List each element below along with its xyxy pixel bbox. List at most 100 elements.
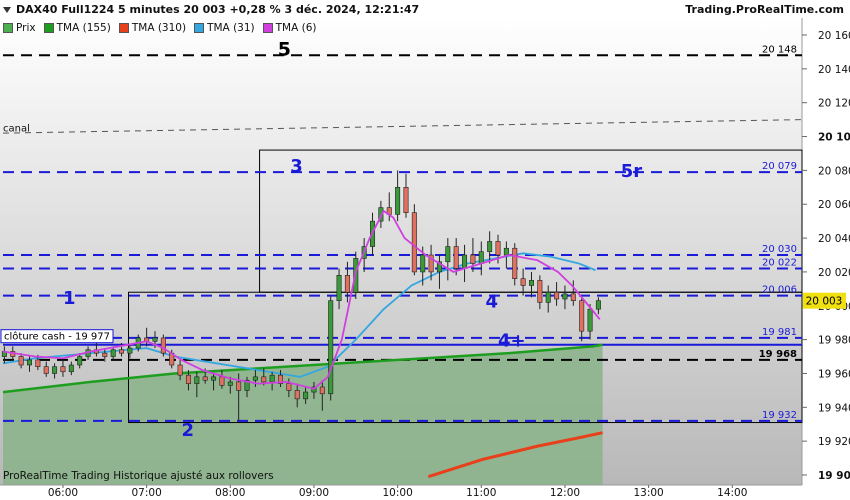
candle-body: [462, 254, 468, 269]
candle-body: [26, 359, 32, 366]
legend-swatch: [194, 23, 205, 33]
candle-body: [420, 254, 426, 273]
x-tick-label: 11:00: [466, 487, 496, 499]
legend-item-tma155[interactable]: TMA (155): [43, 22, 111, 34]
indicator-legend: Prix TMA (155) TMA (310) TMA (31) TMA (6…: [3, 22, 317, 34]
candle-body: [411, 212, 417, 273]
candle-body: [319, 386, 325, 395]
candle-body: [43, 366, 49, 374]
y-tick-label: 20 080: [818, 165, 850, 177]
candle-body: [487, 241, 493, 252]
y-tick-label: 20 160: [818, 30, 850, 42]
legend-label: Prix: [16, 22, 36, 34]
legend-item-tma310[interactable]: TMA (310): [118, 22, 187, 34]
chart-title: DAX40 Full1224 5 minutes 20 003 +0,28 % …: [3, 3, 419, 16]
candle-body: [512, 247, 518, 279]
level-label: 19 968: [759, 349, 797, 360]
wave-label-4plus: 4+: [498, 330, 526, 351]
x-tick-label: 12:00: [550, 487, 580, 499]
legend-swatch: [118, 23, 129, 33]
candle-body: [60, 366, 66, 373]
candle-body: [52, 366, 58, 374]
x-tick-label: 14:00: [717, 487, 747, 499]
candle-body: [579, 300, 585, 332]
x-tick-label: 07:00: [131, 487, 161, 499]
legend-swatch: [262, 23, 273, 33]
y-tick-label: 20 040: [818, 233, 850, 245]
legend-item-prix[interactable]: Prix: [3, 22, 36, 34]
wave-label-4: 4: [485, 291, 498, 312]
y-tick-label: 19 900: [818, 470, 850, 482]
level-label: 19 981: [762, 327, 797, 338]
level-label: 19 932: [762, 410, 797, 421]
canal-label: canal: [3, 123, 30, 134]
candle-body: [336, 275, 342, 301]
y-tick-label: 19 960: [818, 368, 850, 380]
level-label: 20 030: [762, 244, 797, 255]
candle-body: [252, 376, 258, 381]
collapse-arrow-icon[interactable]: [3, 7, 11, 13]
candle-body: [152, 337, 158, 342]
legend-item-tma31[interactable]: TMA (31): [194, 22, 255, 34]
candle-body: [286, 383, 292, 391]
level-label: 20 079: [762, 161, 797, 172]
level-label: 20 022: [762, 258, 797, 269]
candle-body: [503, 247, 509, 256]
x-tick-label: 10:00: [382, 487, 412, 499]
candle-body: [77, 356, 83, 366]
brand-label: Trading.ProRealTime.com: [685, 3, 844, 16]
candle-body: [495, 241, 501, 256]
level-label: 20 148: [762, 44, 797, 55]
candle-body: [35, 359, 41, 367]
price-axis-panel: [802, 18, 850, 485]
candle-body: [395, 187, 401, 215]
wave-label-1: 1: [63, 288, 76, 309]
y-tick-label: 20 140: [818, 64, 850, 76]
candle-body: [478, 251, 484, 264]
candle-body: [537, 280, 543, 303]
legend-label: TMA (31): [207, 22, 255, 34]
candle-body: [587, 308, 593, 332]
legend-item-tma6[interactable]: TMA (6): [262, 22, 317, 34]
candle-body: [595, 300, 601, 310]
y-tick-label: 20 120: [818, 98, 850, 110]
x-tick-label: 06:00: [48, 487, 78, 499]
candle-body: [110, 349, 116, 357]
last-price-label: 20 003: [806, 296, 843, 308]
candle-body: [177, 364, 183, 376]
candle-body: [570, 293, 576, 301]
candle-body: [344, 275, 350, 293]
wave-label-2: 2: [181, 420, 194, 441]
candle-body: [303, 391, 309, 400]
candle-body: [227, 381, 233, 386]
candle-body: [445, 246, 451, 263]
candle-body: [403, 187, 409, 213]
price-chart[interactable]: 20 148 20 079 20 030 20 022 20 006 19 981 19 9…: [0, 0, 850, 500]
candle-body: [194, 376, 200, 384]
cloture-label: clôture cash - 19 977: [4, 331, 110, 343]
wave-label-5r: 5r: [621, 161, 643, 182]
candle-body: [545, 291, 551, 303]
wave-label-5: 5: [278, 38, 291, 60]
candle-body: [219, 376, 225, 386]
x-tick-label: 08:00: [215, 487, 245, 499]
legend-label: TMA (6): [275, 22, 317, 34]
wave-label-3: 3: [290, 156, 303, 177]
candle-body: [269, 374, 275, 383]
chart-window: 20 148 20 079 20 030 20 022 20 006 19 981 19 9…: [0, 0, 850, 500]
level-label: 20 006: [762, 285, 797, 296]
x-tick-label: 13:00: [633, 487, 663, 499]
candle-body: [18, 356, 24, 366]
candle-body: [236, 381, 242, 391]
candle-body: [127, 347, 133, 354]
candle-body: [202, 376, 208, 381]
candle-body: [185, 374, 191, 384]
candle-body: [470, 254, 476, 264]
legend-label: TMA (310): [131, 22, 187, 34]
candle-body: [528, 280, 534, 286]
candle-body: [520, 278, 526, 286]
y-tick-label: 20 020: [818, 267, 850, 279]
candle-body: [102, 352, 108, 357]
legend-label: TMA (155): [56, 22, 111, 34]
candle-body: [160, 337, 166, 354]
